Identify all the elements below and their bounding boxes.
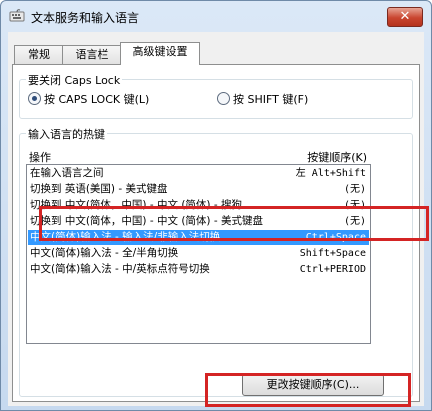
row-key: (无) [343, 184, 366, 195]
tab-general[interactable]: 常规 [14, 45, 64, 64]
list-item[interactable]: 切换到 中文(简体，中国) - 中文 (简体) - 搜狗... (无) [28, 198, 369, 213]
row-key: Ctrl+Space [305, 232, 366, 243]
list-item[interactable]: 切换到 英语(美国) - 美式键盘 (无) [28, 182, 369, 197]
button-label: 更改按键顺序(C)... [266, 378, 360, 391]
close-button[interactable]: ✕ [387, 7, 423, 27]
list-item[interactable]: 切换到 中文(简体，中国) - 中文 (简体) - 美式键盘 (无) [28, 214, 369, 229]
list-item[interactable]: 在输入语言之间 左 Alt+Shift [28, 166, 369, 181]
tab-advanced-key-settings[interactable]: 高级键设置 [120, 42, 200, 65]
dialog-window: 文本服务和输入语言 ✕ 常规 语言栏 高级键设置 要关闭 Caps Lock 按… [0, 0, 432, 411]
row-action: 中文(简体)输入法 - 全/半角切换 [30, 247, 179, 259]
change-key-sequence-button[interactable]: 更改按键顺序(C)... [242, 374, 384, 396]
row-key: Ctrl+PERIOD [299, 264, 366, 275]
hotkey-list[interactable]: 操作 按键顺序(K) 在输入语言之间 左 Alt+Shift 切换到 英语(美国… [26, 151, 371, 344]
hotkeys-group-title: 输入语言的热键 [26, 126, 107, 142]
row-action: 切换到 英语(美国) - 美式键盘 [30, 183, 168, 195]
row-key: 左 Alt+Shift [295, 168, 366, 179]
radio-label: 按 CAPS LOCK 键(L) [44, 93, 150, 106]
list-header: 操作 按键顺序(K) [27, 149, 370, 164]
col-action: 操作 [29, 151, 51, 164]
tab-label: 高级键设置 [132, 45, 188, 58]
window-title: 文本服务和输入语言 [31, 11, 140, 25]
tab-language-bar[interactable]: 语言栏 [62, 45, 122, 64]
keyboard-icon [9, 9, 25, 22]
radio-capslock-key[interactable]: 按 CAPS LOCK 键(L) [28, 92, 149, 108]
hotkeys-group: 输入语言的热键 操作 按键顺序(K) 在输入语言之间 左 Alt+Shift 切… [19, 126, 413, 397]
tab-page-advanced: 要关闭 Caps Lock 按 CAPS LOCK 键(L) 按 SHIFT 键… [12, 64, 420, 402]
list-item[interactable]: 中文(简体)输入法 - 中/英标点符号切换 Ctrl+PERIOD [28, 262, 369, 277]
row-action: 中文(简体)输入法 - 输入法/非输入法切换 [30, 231, 221, 243]
row-action: 切换到 中文(简体，中国) - 中文 (简体) - 美式键盘 [30, 215, 263, 227]
radio-dot[interactable] [28, 92, 41, 105]
row-key: Shift+Space [299, 248, 366, 259]
list-item[interactable]: 中文(简体)输入法 - 全/半角切换 Shift+Space [28, 246, 369, 261]
radio-dot[interactable] [217, 92, 230, 105]
capslock-group-title: 要关闭 Caps Lock [26, 72, 123, 88]
tab-label: 常规 [28, 48, 50, 61]
list-item-selected[interactable]: 中文(简体)输入法 - 输入法/非输入法切换 Ctrl+Space [28, 230, 369, 245]
title-bar[interactable]: 文本服务和输入语言 ✕ [1, 1, 431, 31]
tab-label: 语言栏 [75, 48, 109, 61]
capslock-group: 要关闭 Caps Lock 按 CAPS LOCK 键(L) 按 SHIFT 键… [19, 72, 413, 119]
row-action: 在输入语言之间 [30, 167, 104, 179]
row-action: 切换到 中文(简体，中国) - 中文 (简体) - 搜狗... [30, 199, 253, 211]
row-key: (无) [343, 200, 366, 211]
col-key-sequence: 按键顺序(K) [307, 151, 367, 164]
close-icon: ✕ [399, 9, 411, 24]
dialog-client: 常规 语言栏 高级键设置 要关闭 Caps Lock 按 CAPS LOCK 键… [8, 32, 424, 406]
row-action: 中文(简体)输入法 - 中/英标点符号切换 [30, 263, 210, 275]
radio-label: 按 SHIFT 键(F) [233, 93, 309, 106]
radio-shift-key[interactable]: 按 SHIFT 键(F) [217, 92, 308, 108]
row-key: (无) [343, 216, 366, 227]
